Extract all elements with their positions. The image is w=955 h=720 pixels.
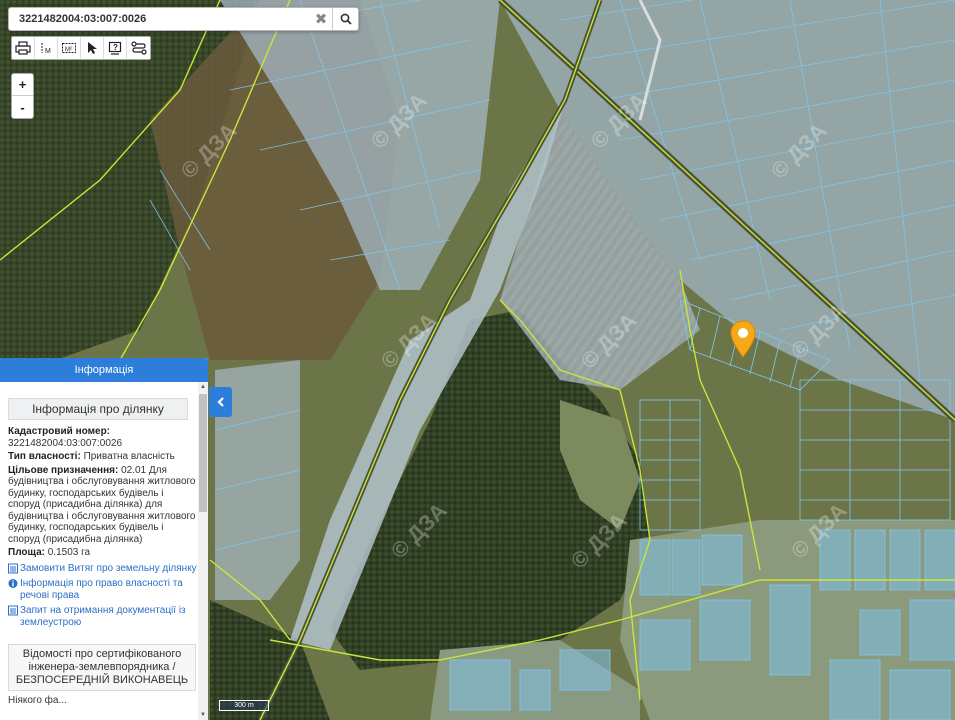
- search-box: ✖: [8, 7, 359, 31]
- measure-area-button[interactable]: M²: [58, 37, 81, 59]
- document-icon: [8, 563, 18, 573]
- ownership-label: Тип власності:: [8, 451, 81, 462]
- documentation-request-label: Запит на отримання документації із земле…: [20, 605, 186, 628]
- svg-text:?: ?: [113, 43, 118, 52]
- section-title: Інформація про ділянку: [8, 398, 188, 420]
- pointer-icon: [88, 42, 97, 54]
- cadastral-label: Кадастровий номер:: [8, 426, 111, 437]
- purpose-field: Цільове призначення: 02.01 Для будівницт…: [8, 465, 198, 546]
- chevron-left-icon: [216, 397, 224, 407]
- scroll-up-icon[interactable]: ▲: [198, 382, 208, 392]
- area-field: Площа: 0.1503 га: [8, 547, 198, 559]
- purpose-value: 02.01 Для будівництва і обслуговування ж…: [8, 464, 196, 545]
- search-icon: [340, 13, 352, 25]
- measure-area-icon: M²: [62, 43, 76, 53]
- info-panel: Інформація Інформація про ділянку Кадаст…: [0, 358, 208, 720]
- zoom-control: + -: [11, 73, 34, 119]
- document-icon: [8, 605, 18, 616]
- search-input[interactable]: [9, 8, 310, 30]
- panel-body[interactable]: Інформація про ділянку Кадастровий номер…: [0, 382, 198, 720]
- zoom-out-button[interactable]: -: [12, 96, 33, 118]
- svg-text:M: M: [45, 48, 51, 55]
- cert-detail-text: Ніякого фа...: [8, 695, 67, 706]
- certified-engineer-box: Відомості про сертифікованого інженера-з…: [8, 644, 196, 691]
- measure-distance-icon: M: [41, 43, 51, 55]
- cadastral-field: Кадастровий номер: 3221482004:03:007:002…: [8, 426, 198, 449]
- clear-icon[interactable]: ✖: [310, 8, 332, 30]
- order-extract-label: Замовити Витяг про земельну ділянку: [20, 562, 197, 574]
- order-extract-link[interactable]: Замовити Витяг про земельну ділянку: [8, 563, 198, 575]
- ownership-value: Приватна власність: [83, 451, 175, 462]
- location-marker-icon[interactable]: [730, 320, 756, 358]
- cadastral-value: 3221482004:03:007:0026: [8, 437, 123, 449]
- layers-icon: [130, 41, 147, 55]
- layers-button[interactable]: [127, 37, 150, 59]
- area-value: 0.1503 га: [47, 547, 91, 558]
- info-button[interactable]: ?: [104, 37, 127, 59]
- panel-header: Інформація: [0, 358, 208, 382]
- pointer-button[interactable]: [81, 37, 104, 59]
- info-icon: ?: [108, 41, 122, 55]
- scroll-thumb[interactable]: [199, 394, 207, 512]
- collapse-panel-button[interactable]: [209, 387, 232, 417]
- map-toolbar: M M² ?: [11, 36, 151, 60]
- info-circle-icon: [8, 579, 18, 588]
- search-button[interactable]: [332, 8, 358, 30]
- panel-scrollbar[interactable]: ▲ ▼: [198, 382, 208, 720]
- area-label: Площа:: [8, 547, 45, 558]
- print-icon: [15, 41, 31, 55]
- print-button[interactable]: [12, 37, 35, 59]
- documentation-request-link[interactable]: Запит на отримання документації із земле…: [8, 605, 198, 628]
- scale-bar: 300 m: [219, 700, 269, 711]
- measure-distance-button[interactable]: M: [35, 37, 58, 59]
- purpose-label: Цільове призначення:: [8, 464, 119, 476]
- ownership-field: Тип власності: Приватна власність: [8, 451, 198, 463]
- ownership-info-link[interactable]: Інформація про право власності та речові…: [8, 578, 198, 601]
- svg-text:M²: M²: [65, 47, 72, 53]
- ownership-info-label: Інформація про право власності та речові…: [20, 578, 183, 601]
- zoom-in-button[interactable]: +: [12, 74, 33, 96]
- scroll-down-icon[interactable]: ▼: [198, 710, 208, 720]
